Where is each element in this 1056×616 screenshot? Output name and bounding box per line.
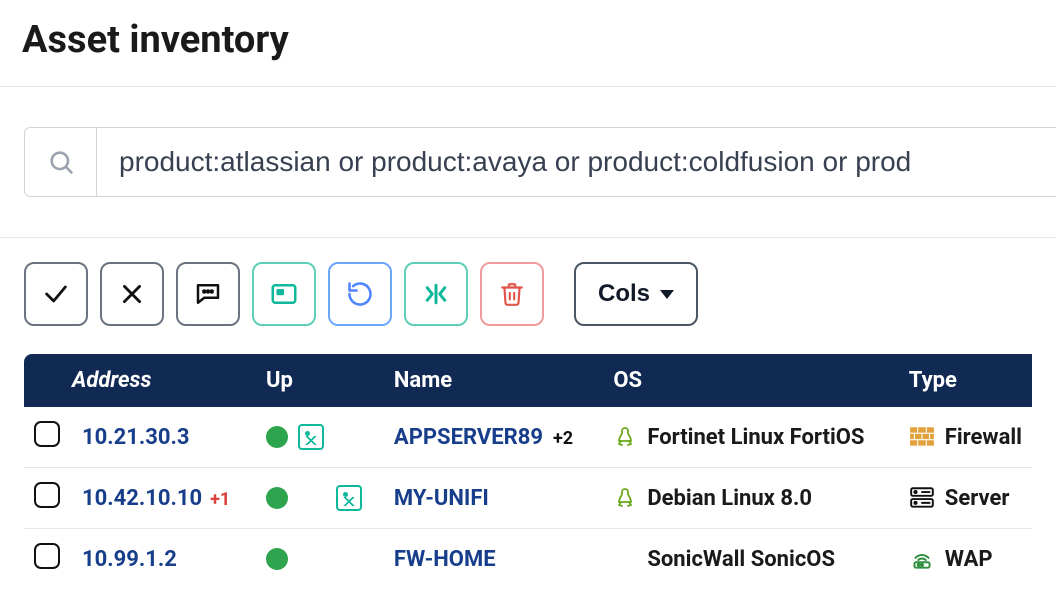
columns-button-label: Cols — [598, 280, 650, 308]
chevron-down-icon — [660, 290, 674, 299]
check-icon — [42, 280, 70, 308]
header-type[interactable]: Type — [899, 354, 1032, 407]
table-row: 10.21.30.3 APPSERVER89 +2 Fortinet Linux… — [24, 407, 1032, 468]
status-up-icon — [266, 548, 288, 570]
table-row: 10.99.1.2 FW-HOME SonicWall SonicOS WAP — [24, 529, 1032, 589]
type-text: WAP — [945, 547, 993, 572]
merge-icon — [421, 279, 451, 309]
image-icon — [336, 485, 362, 511]
close-icon — [119, 281, 145, 307]
linux-icon — [613, 486, 637, 510]
comment-button[interactable] — [176, 262, 240, 326]
confirm-button[interactable] — [24, 262, 88, 326]
type-text: Server — [945, 486, 1010, 511]
asset-name-link[interactable]: FW-HOME — [394, 547, 496, 572]
os-text: Debian Linux 8.0 — [647, 486, 812, 511]
columns-button[interactable]: Cols — [574, 262, 698, 326]
search-icon — [47, 148, 75, 176]
toolbar: Cols — [0, 238, 1056, 354]
refresh-icon — [346, 280, 374, 308]
search-input[interactable] — [96, 127, 1056, 197]
row-checkbox[interactable] — [34, 543, 60, 569]
firewall-icon — [909, 425, 935, 449]
row-checkbox[interactable] — [34, 421, 60, 447]
type-text: Firewall — [945, 425, 1022, 450]
merge-button[interactable] — [404, 262, 468, 326]
header-up[interactable]: Up — [256, 354, 384, 407]
asset-name-link[interactable]: APPSERVER89 — [394, 425, 543, 450]
address-extra: +1 — [210, 489, 230, 510]
trash-icon — [499, 281, 525, 307]
page-title: Asset inventory — [0, 0, 1056, 86]
address-link[interactable]: 10.42.10.10 — [82, 486, 202, 511]
address-link[interactable]: 10.99.1.2 — [82, 547, 177, 572]
header-name[interactable]: Name — [384, 354, 603, 407]
os-text: SonicWall SonicOS — [647, 547, 835, 572]
search-icon-box[interactable] — [24, 127, 96, 197]
table-row: 10.42.10.10 +1 MY-UNIFI Debian Linux 8.0… — [24, 468, 1032, 529]
comment-icon — [193, 279, 223, 309]
linux-icon — [613, 425, 637, 449]
address-link[interactable]: 10.21.30.3 — [82, 425, 190, 450]
image-icon — [298, 424, 324, 450]
cancel-button[interactable] — [100, 262, 164, 326]
screenshot-button[interactable] — [252, 262, 316, 326]
asset-name-link[interactable]: MY-UNIFI — [394, 486, 489, 511]
row-checkbox[interactable] — [34, 482, 60, 508]
search-bar — [0, 87, 1056, 237]
os-text: Fortinet Linux FortiOS — [647, 425, 864, 450]
wap-icon — [909, 547, 935, 571]
asset-table: Address Up Name OS Type 10.21.30.3 APPSE… — [0, 354, 1056, 589]
refresh-button[interactable] — [328, 262, 392, 326]
table-header-row: Address Up Name OS Type — [24, 354, 1032, 407]
screenshot-icon — [269, 279, 299, 309]
delete-button[interactable] — [480, 262, 544, 326]
name-extra: +2 — [553, 428, 573, 449]
status-up-icon — [266, 487, 288, 509]
cloud-icon — [298, 487, 326, 509]
server-icon — [909, 486, 935, 510]
status-up-icon — [266, 426, 288, 448]
header-os[interactable]: OS — [603, 354, 898, 407]
header-address[interactable]: Address — [72, 354, 256, 407]
